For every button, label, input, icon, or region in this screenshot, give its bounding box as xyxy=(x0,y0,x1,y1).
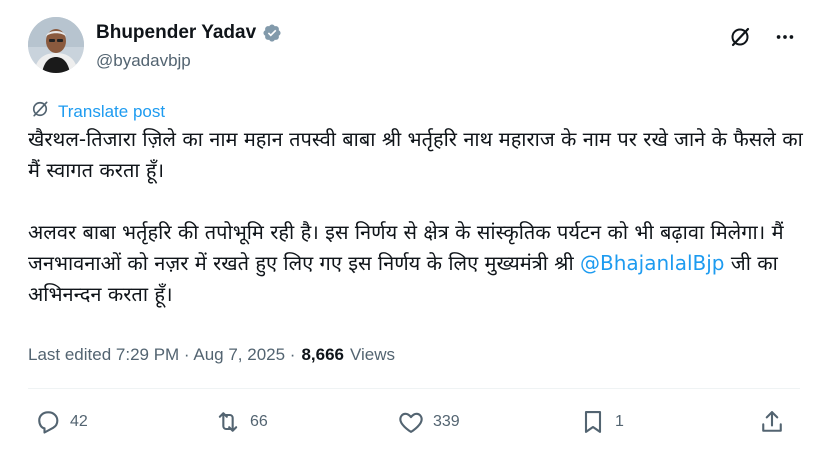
post-detail: Bhupender Yadav @byadavbjp Translate pos… xyxy=(0,0,828,454)
post-text: खैरथल-तिजारा ज़िले का नाम महान तपस्वी बा… xyxy=(28,124,808,310)
reply-icon xyxy=(38,411,59,434)
reply-count: 42 xyxy=(70,413,88,430)
repost-count: 66 xyxy=(250,413,268,430)
post-meta: Last edited 7:29 PM · Aug 7, 2025 · 8,66… xyxy=(28,345,395,365)
author-name[interactable]: Bhupender Yadav xyxy=(96,22,256,44)
post-paragraph-2: अलवर बाबा भर्तृहरि की तपोभूमि रही है। इस… xyxy=(28,217,808,310)
more-icon[interactable] xyxy=(774,26,796,48)
bookmark-button[interactable]: 1 xyxy=(579,408,624,436)
avatar-image xyxy=(28,17,84,73)
grok-slash-icon[interactable] xyxy=(728,25,752,49)
divider xyxy=(28,388,800,389)
verified-badge-icon[interactable] xyxy=(262,23,282,43)
repost-button[interactable]: 66 xyxy=(214,408,268,436)
edited-timestamp[interactable]: Last edited 7:29 PM · Aug 7, 2025 · xyxy=(28,345,295,365)
avatar[interactable] xyxy=(28,17,84,73)
repost-icon xyxy=(218,412,238,432)
views-count: 8,666 xyxy=(301,345,344,364)
share-icon xyxy=(762,411,782,432)
share-button[interactable] xyxy=(758,408,786,436)
mention-link[interactable]: @BhajanlalBjp xyxy=(580,251,724,275)
like-button[interactable]: 339 xyxy=(397,408,460,436)
heart-icon xyxy=(399,412,423,433)
reply-button[interactable]: 42 xyxy=(34,408,88,436)
header-actions xyxy=(728,25,796,49)
post-paragraph-1: खैरथल-तिजारा ज़िले का नाम महान तपस्वी बा… xyxy=(28,127,803,182)
translate-post-link[interactable]: Translate post xyxy=(30,99,165,124)
bookmark-count: 1 xyxy=(615,413,624,430)
author-name-row: Bhupender Yadav xyxy=(96,22,282,44)
translate-label: Translate post xyxy=(58,101,166,121)
views-label: Views xyxy=(350,345,396,364)
like-count: 339 xyxy=(433,413,460,430)
author-handle[interactable]: @byadavbjp xyxy=(96,51,191,71)
translate-icon xyxy=(30,99,50,124)
bookmark-icon xyxy=(584,411,602,433)
action-bar: 42 66 339 1 xyxy=(28,408,800,446)
